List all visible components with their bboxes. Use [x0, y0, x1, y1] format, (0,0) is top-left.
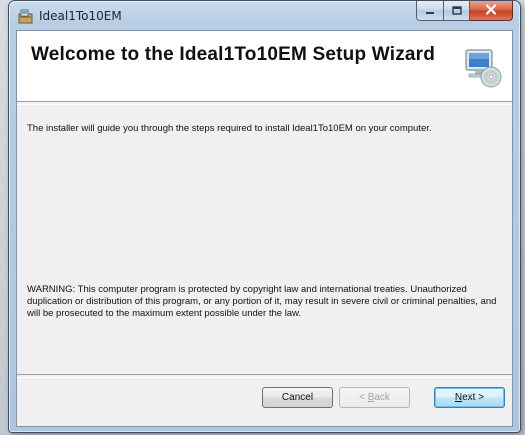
back-label-rest: ack	[374, 392, 390, 403]
back-label: < Back	[359, 392, 390, 403]
banner-divider	[17, 101, 512, 105]
minimize-icon	[425, 2, 435, 20]
caption-buttons	[416, 1, 513, 21]
wizard-banner: Welcome to the Ideal1To10EM Setup Wizard	[17, 31, 512, 101]
footer-divider	[17, 374, 512, 378]
back-button[interactable]: < Back	[339, 387, 410, 408]
title-bar[interactable]: Ideal1To10EM	[9, 1, 520, 31]
maximize-button[interactable]	[444, 1, 470, 21]
banner-title: Welcome to the Ideal1To10EM Setup Wizard	[31, 44, 436, 65]
back-label-prefix: <	[359, 392, 368, 403]
installer-app-icon	[18, 8, 34, 24]
next-label: Next >	[455, 392, 484, 403]
minimize-button[interactable]	[416, 1, 444, 21]
next-button[interactable]: Next >	[434, 387, 505, 408]
maximize-icon	[451, 2, 462, 20]
wizard-client-area: Welcome to the Ideal1To10EM Setup Wizard…	[16, 30, 513, 427]
window-title: Ideal1To10EM	[39, 9, 122, 23]
cancel-label: Cancel	[281, 392, 314, 403]
close-icon	[485, 2, 497, 20]
close-button[interactable]	[470, 1, 513, 21]
intro-text: The installer will guide you through the…	[27, 123, 432, 134]
next-label-rest: ext >	[462, 392, 485, 403]
copyright-warning: WARNING: This computer program is protec…	[27, 284, 497, 319]
cancel-button[interactable]: Cancel	[262, 387, 333, 408]
installer-window: Ideal1To10EM Welcome to the Ideal1To10EM…	[8, 0, 521, 433]
computer-cd-icon	[460, 45, 504, 89]
